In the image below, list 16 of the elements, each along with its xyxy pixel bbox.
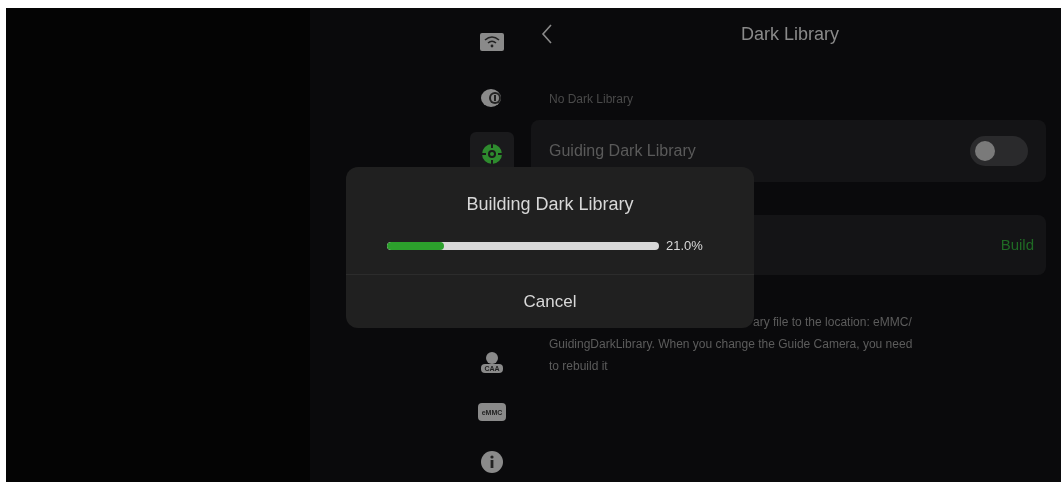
lens-icon — [480, 88, 504, 108]
wifi-icon — [480, 33, 504, 51]
setting-label: Guiding Dark Library — [549, 141, 696, 161]
page-title: Dark Library — [741, 22, 840, 46]
dialog-title: Building Dark Library — [466, 193, 634, 216]
toggle-switch[interactable] — [970, 136, 1028, 166]
description-text: ary file to the location: eMMC/ — [753, 314, 913, 331]
info-icon — [481, 451, 503, 473]
status-text: No Dark Library — [549, 91, 635, 108]
crosshair-icon — [480, 142, 504, 166]
build-link[interactable]: Build — [1000, 233, 1034, 257]
description-text: to rebuild it — [549, 358, 609, 375]
cancel-button[interactable]: Cancel — [346, 274, 754, 328]
back-icon[interactable] — [541, 23, 553, 45]
description-text: GuidingDarkLibrary. When you change the Guide Camera, you need — [549, 336, 914, 353]
progress-reading: 21.0% — [666, 237, 703, 255]
